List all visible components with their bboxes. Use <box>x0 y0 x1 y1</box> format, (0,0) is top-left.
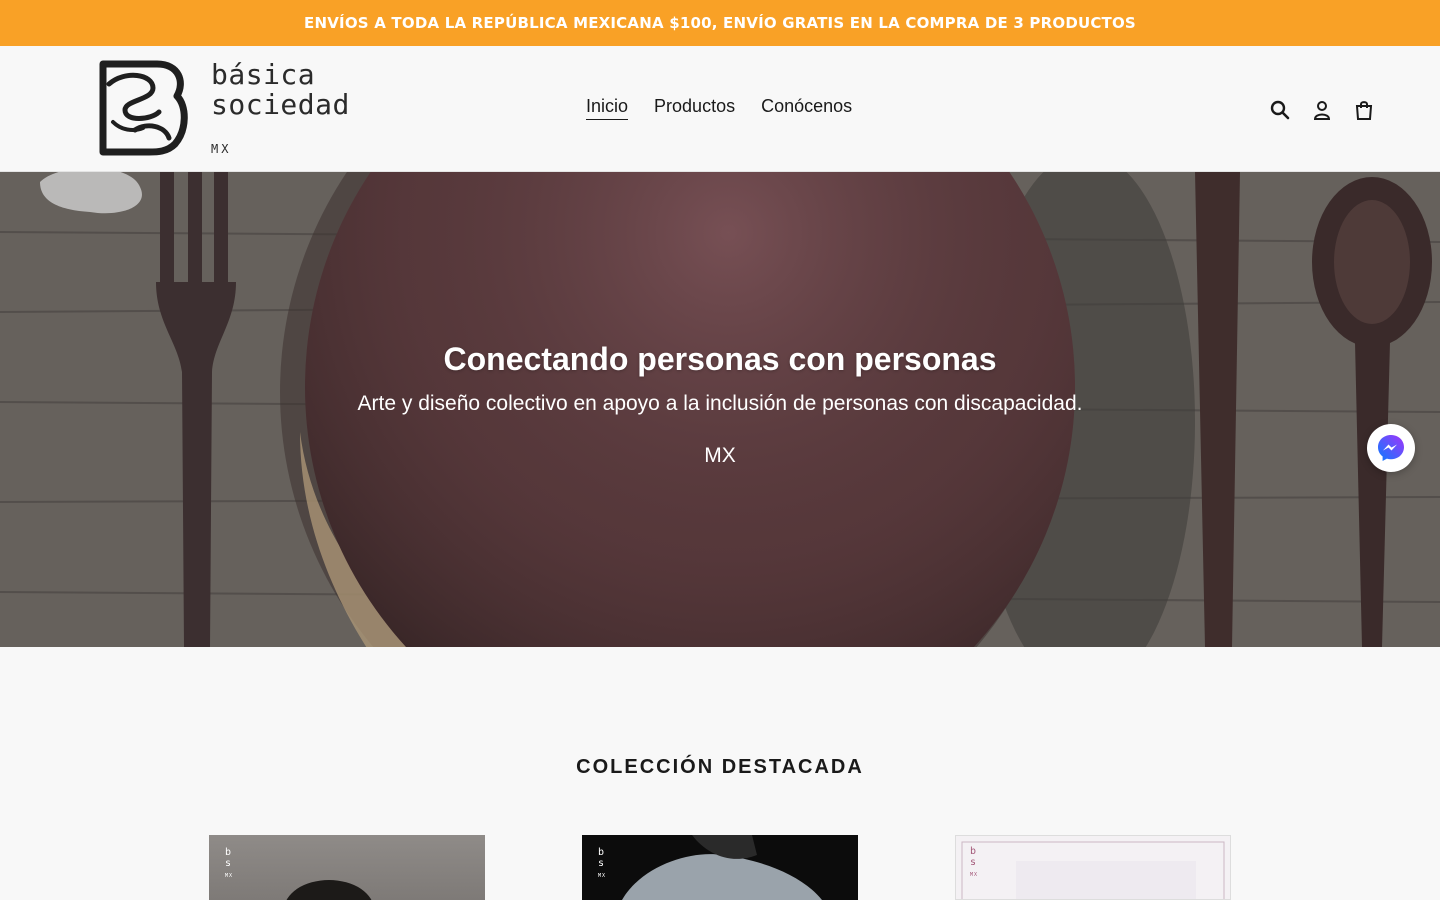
hero-subtitle: Arte y diseño colectivo en apoyo a la in… <box>357 392 1083 415</box>
hero-content: Conectando personas con personas Arte y … <box>0 172 1440 647</box>
mark-region: MX <box>598 873 607 879</box>
announcement-text: ENVÍOS A TODA LA REPÚBLICA MEXICANA $100… <box>304 14 1136 32</box>
mark-bottom: s <box>225 858 232 869</box>
mark-top: b <box>970 846 977 857</box>
cart-icon[interactable] <box>1352 98 1376 122</box>
product-logo-mark: b s MX <box>970 846 978 881</box>
hero-title: Conectando personas con personas <box>443 341 997 377</box>
logo-region: MX <box>211 142 232 156</box>
mark-top: b <box>598 847 605 858</box>
search-icon[interactable] <box>1268 98 1292 122</box>
logo[interactable]: básica sociedad MX <box>95 60 355 160</box>
product-card[interactable]: b s MX <box>582 835 858 900</box>
logo-mark-icon <box>99 60 188 156</box>
product-image <box>286 880 372 900</box>
site-header: básica sociedad MX Inicio Productos Conó… <box>0 46 1440 172</box>
product-grid: b s MX b s MX b s MX <box>0 835 1440 900</box>
product-image <box>622 835 822 900</box>
logo-line-2: sociedad <box>211 88 350 121</box>
mark-region: MX <box>225 873 234 879</box>
product-card[interactable]: b s MX <box>955 835 1231 900</box>
nav-item-productos[interactable]: Productos <box>654 96 735 120</box>
account-icon[interactable] <box>1310 98 1334 122</box>
header-actions <box>1268 98 1376 122</box>
hero-region: MX <box>704 444 736 467</box>
mark-bottom: s <box>598 858 605 869</box>
logo-wordmark: básica sociedad MX <box>211 58 350 157</box>
hero-banner: Conectando personas con personas Arte y … <box>0 172 1440 647</box>
product-logo-mark: b s MX <box>225 847 233 882</box>
product-image <box>961 841 1225 899</box>
messenger-icon <box>1378 435 1404 461</box>
featured-collection-title: COLECCIÓN DESTACADA <box>576 756 864 778</box>
messenger-chat-button[interactable] <box>1367 424 1415 472</box>
product-card[interactable]: b s MX <box>209 835 485 900</box>
nav-item-inicio[interactable]: Inicio <box>586 96 629 120</box>
mark-region: MX <box>970 872 979 878</box>
product-logo-mark: b s MX <box>598 847 606 882</box>
mark-top: b <box>225 847 232 858</box>
announcement-bar: ENVÍOS A TODA LA REPÚBLICA MEXICANA $100… <box>0 0 1440 46</box>
nav-item-conocenos[interactable]: Conócenos <box>761 96 852 120</box>
mark-bottom: s <box>970 857 977 868</box>
main-nav: Inicio Productos Conócenos <box>586 96 852 120</box>
logo-line-1: básica <box>211 58 316 91</box>
